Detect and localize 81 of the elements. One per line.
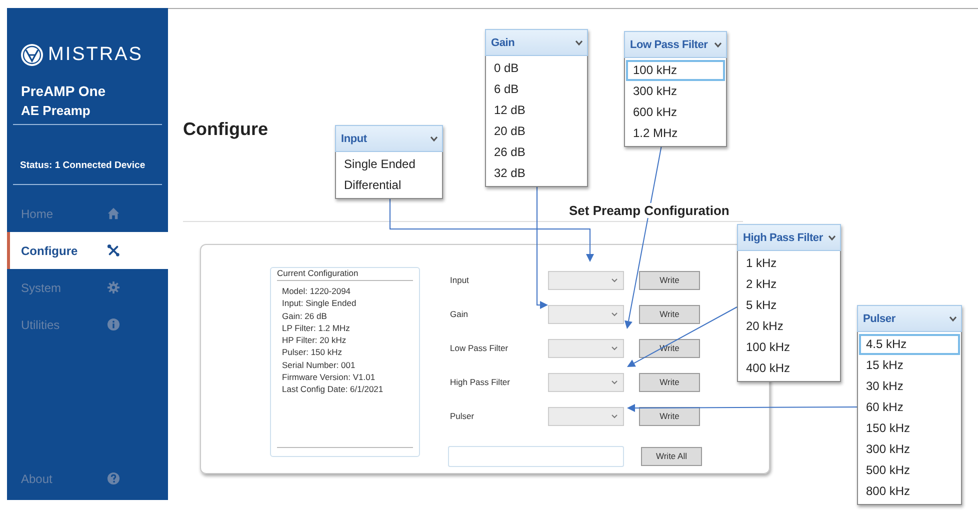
write-button[interactable]: Write bbox=[639, 270, 700, 290]
dropdown-header[interactable]: Input bbox=[335, 125, 443, 152]
chevron-icon bbox=[611, 278, 618, 282]
chevron-icon bbox=[611, 346, 618, 350]
dropdown-option[interactable]: 5 kHz bbox=[739, 295, 839, 316]
dropdown-option[interactable]: 100 kHz bbox=[739, 337, 839, 358]
dropdown-option[interactable]: 20 dB bbox=[487, 121, 586, 142]
chevron-icon bbox=[430, 136, 438, 142]
help-icon bbox=[107, 472, 120, 485]
dropdown-option[interactable]: Differential bbox=[337, 175, 441, 196]
dropdown-option[interactable]: 150 kHz bbox=[859, 418, 960, 439]
dropdown-option[interactable]: 400 kHz bbox=[739, 358, 839, 379]
config-line: Firmware Version: V1.01 bbox=[281, 371, 376, 384]
chevron-icon bbox=[714, 42, 722, 48]
write-button[interactable]: Write bbox=[639, 406, 700, 426]
status-text: Status: 1 Connected Device bbox=[20, 160, 146, 171]
dropdown-option[interactable]: 1.2 MHz bbox=[626, 123, 725, 144]
chevron-icon bbox=[611, 380, 618, 384]
dropdown-header[interactable]: High Pass Filter bbox=[737, 224, 841, 251]
info-icon bbox=[107, 318, 120, 331]
setting-label: Input bbox=[450, 275, 470, 285]
dropdown[interactable] bbox=[548, 338, 624, 358]
chevron-icon bbox=[611, 414, 618, 418]
dropdown-option[interactable]: 60 kHz bbox=[859, 397, 960, 418]
gear-icon bbox=[107, 281, 120, 294]
tools-icon bbox=[107, 244, 120, 257]
dropdown-option[interactable]: 0 dB bbox=[487, 58, 586, 79]
dropdown-header[interactable]: Low Pass Filter bbox=[624, 31, 727, 58]
chevron-icon bbox=[949, 316, 957, 322]
config-line: Input: Single Ended bbox=[281, 297, 358, 310]
dropdown-option[interactable]: 300 kHz bbox=[859, 439, 960, 460]
chevron-icon bbox=[828, 234, 836, 240]
dropdown-option[interactable]: 1 kHz bbox=[739, 253, 839, 274]
section-title: Set Preamp Configuration bbox=[567, 203, 732, 218]
setting-label: Low Pass Filter bbox=[450, 343, 510, 353]
dropdown-option[interactable]: 30 kHz bbox=[859, 376, 960, 397]
dropdown-option[interactable]: 26 dB bbox=[487, 142, 586, 163]
home-icon bbox=[107, 207, 120, 220]
dropdown-option[interactable]: 15 kHz bbox=[859, 355, 960, 376]
config-line: Model: 1220-2094 bbox=[281, 285, 352, 298]
dropdown-option[interactable]: 500 kHz bbox=[859, 460, 960, 481]
config-line: Gain: 26 dB bbox=[281, 310, 328, 322]
write-button[interactable]: Write bbox=[639, 338, 700, 358]
write-all-button[interactable]: Write All bbox=[641, 446, 702, 466]
logo-icon bbox=[20, 43, 44, 67]
dropdown-option[interactable]: 32 dB bbox=[487, 163, 586, 184]
config-line: Last Config Date: 6/1/2021 bbox=[281, 383, 384, 396]
dropdown-option[interactable]: 6 dB bbox=[487, 79, 586, 100]
dropdown-option[interactable]: 800 kHz bbox=[859, 481, 960, 502]
setting-label: Pulser bbox=[450, 411, 476, 421]
dropdown[interactable] bbox=[548, 406, 624, 426]
group-title: Current Configuration bbox=[277, 268, 360, 279]
config-line: Serial Number: 001 bbox=[281, 358, 356, 372]
config-line: LP Filter: 1.2 MHz bbox=[281, 322, 351, 334]
brand-name: MISTRAS bbox=[48, 44, 143, 66]
product-subtitle: AE Preamp bbox=[21, 103, 92, 118]
dropdown-option[interactable]: 4.5 kHz bbox=[859, 334, 960, 355]
chevron-icon bbox=[611, 312, 618, 316]
dropdown-option[interactable]: 100 kHz bbox=[626, 60, 725, 81]
dropdown-option[interactable]: Single Ended bbox=[337, 154, 441, 175]
chevron-icon bbox=[575, 40, 583, 46]
dropdown-option[interactable]: 12 dB bbox=[487, 100, 586, 121]
dropdown[interactable] bbox=[548, 304, 624, 324]
write-button[interactable]: Write bbox=[639, 372, 700, 392]
dropdown-option[interactable]: 300 kHz bbox=[626, 81, 725, 102]
dropdown-option[interactable]: 20 kHz bbox=[739, 316, 839, 337]
nav-item[interactable]: Configure bbox=[7, 232, 168, 269]
write-button[interactable]: Write bbox=[639, 304, 700, 324]
page-title: Configure bbox=[183, 119, 268, 140]
config-line: HP Filter: 20 kHz bbox=[281, 334, 348, 346]
dropdown-option[interactable]: 600 kHz bbox=[626, 102, 725, 123]
dropdown-option[interactable]: 2 kHz bbox=[739, 274, 839, 295]
dropdown[interactable] bbox=[548, 372, 624, 392]
dropdown[interactable] bbox=[548, 270, 624, 290]
input-field[interactable] bbox=[448, 446, 624, 466]
dropdown-header[interactable]: Pulser bbox=[857, 305, 962, 332]
setting-label: High Pass Filter bbox=[450, 377, 511, 387]
config-line: Pulser: 150 kHz bbox=[281, 346, 343, 359]
product-name: PreAMP One bbox=[21, 83, 107, 99]
setting-label: Gain bbox=[450, 309, 469, 319]
dropdown-header[interactable]: Gain bbox=[485, 29, 588, 56]
